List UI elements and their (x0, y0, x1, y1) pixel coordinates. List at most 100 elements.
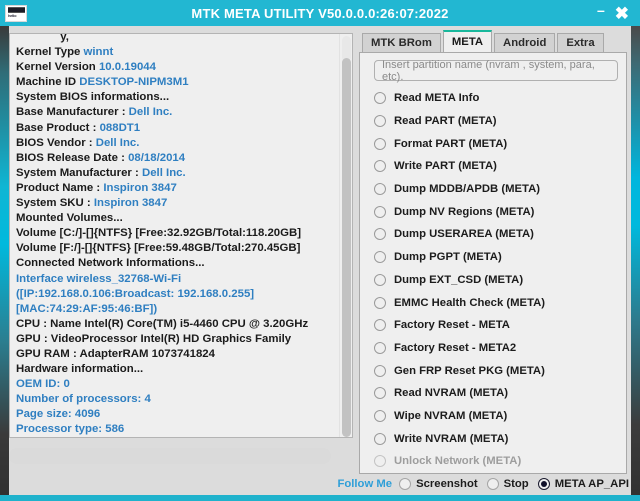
log-scrollbar-thumb[interactable] (342, 58, 351, 437)
option-write-nvram-meta[interactable]: Write NVRAM (META) (360, 427, 626, 450)
window-title: MTK META UTILITY V50.0.0.0:26:07:2022 (191, 5, 449, 21)
left-column: y, Kernel Type winnt Kernel Version 10.0.1… (9, 30, 353, 474)
log-hardware-line: CPU : Name Intel(R) Core(TM) i5-4460 CPU… (16, 317, 309, 330)
log-value: winnt (83, 46, 114, 59)
option-factory-reset-meta2[interactable]: Factory Reset - META2 (360, 337, 626, 360)
option-wipe-nvram-meta[interactable]: Wipe NVRAM (META) (360, 405, 626, 428)
radio-icon[interactable] (374, 387, 386, 400)
log-value: Dell Inc. (95, 136, 140, 149)
helio-logo-icon: helio (5, 4, 27, 22)
tab-strip: MTK BRom META Android Extra (359, 30, 627, 52)
log-hardware-line: GPU : VideoProcessor Intel(R) HD Graphic… (16, 332, 292, 345)
status-option-screenshot[interactable]: Screenshot (399, 478, 478, 491)
logo-word: helio (8, 12, 17, 18)
radio-icon[interactable] (374, 364, 386, 377)
option-dump-nv-regions-meta[interactable]: Dump NV Regions (META) (360, 200, 626, 223)
log-label: Base Manufacturer : (16, 106, 129, 119)
log-text-area: y, Kernel Type winnt Kernel Version 10.0.1… (10, 34, 339, 437)
log-value: DESKTOP-NIPM3M1 (79, 76, 189, 89)
option-dump-mddb-apdb-meta[interactable]: Dump MDDB/APDB (META) (360, 178, 626, 201)
log-scrollbar[interactable] (339, 34, 352, 437)
radio-icon[interactable] (374, 183, 386, 196)
log-label: Volume [F:/]-[]{NTFS} [Free:59.48GB/Tota… (16, 242, 301, 255)
log-line: Kernel Version 10.0.19044 (16, 60, 335, 75)
log-label: System BIOS informations... (16, 91, 170, 104)
option-label: Dump NV Regions (META) (394, 205, 535, 218)
tab-android[interactable]: Android (494, 33, 556, 52)
log-line: Machine ID DESKTOP-NIPM3M1 (16, 75, 335, 90)
window-edge-left (0, 26, 9, 501)
radio-icon[interactable] (374, 251, 386, 264)
log-value: Dell Inc. (128, 106, 173, 119)
radio-icon[interactable] (374, 115, 386, 128)
option-label: Write NVRAM (META) (394, 432, 509, 445)
log-line: Kernel Type winnt (16, 45, 335, 60)
log-value: Inspiron 3847 (93, 197, 168, 210)
log-line: BIOS Vendor : Dell Inc. (16, 136, 335, 151)
tab-extra[interactable]: Extra (557, 33, 604, 52)
radio-icon[interactable] (399, 478, 412, 491)
log-value: 088DT1 (99, 121, 141, 134)
log-line: Volume [C:/]-[]{NTFS} [Free:32.92GB/Tota… (16, 226, 335, 241)
window-edge-right (631, 26, 640, 501)
option-write-part-meta[interactable]: Write PART (META) (360, 155, 626, 178)
radio-icon[interactable] (374, 432, 386, 445)
title-bar: helio MTK META UTILITY V50.0.0.0:26:07:2… (0, 0, 640, 26)
log-label: BIOS Release Date : (16, 151, 129, 164)
option-label: Dump EXT_CSD (META) (394, 273, 524, 286)
log-value: Dell Inc. (141, 166, 186, 179)
option-factory-reset-meta[interactable]: Factory Reset - META (360, 314, 626, 337)
log-line: System BIOS informations... (16, 90, 335, 105)
option-label: Dump MDDB/APDB (META) (394, 183, 541, 196)
tab-meta[interactable]: META (442, 30, 493, 52)
partition-name-input[interactable]: Insert partition name (nvram , system, p… (374, 59, 618, 83)
progress-area (9, 445, 353, 468)
option-gen-frp-reset-pkg-meta[interactable]: Gen FRP Reset PKG (META) (360, 359, 626, 382)
option-dump-pgpt-meta[interactable]: Dump PGPT (META) (360, 246, 626, 269)
radio-icon[interactable] (374, 92, 386, 105)
log-label: BIOS Vendor : (16, 136, 96, 149)
system-info-log-panel[interactable]: y, Kernel Type winnt Kernel Version 10.0.1… (9, 33, 353, 438)
radio-icon[interactable] (374, 319, 386, 332)
radio-icon[interactable] (374, 228, 386, 241)
status-option-stop[interactable]: Stop (486, 478, 529, 491)
option-label: Write PART (META) (394, 160, 497, 173)
log-line: Connected Network Informations... (16, 256, 335, 271)
window-body: y, Kernel Type winnt Kernel Version 10.0.1… (0, 26, 640, 474)
log-label: Machine ID (16, 76, 80, 89)
minimize-icon[interactable]: – (597, 3, 605, 17)
option-dump-ext-csd-meta[interactable]: Dump EXT_CSD (META) (360, 269, 626, 292)
option-label: Read META Info (394, 92, 480, 105)
follow-me-label[interactable]: Follow Me (337, 478, 392, 490)
option-read-part-meta[interactable]: Read PART (META) (360, 110, 626, 133)
option-label: Read NVRAM (META) (394, 387, 509, 400)
radio-icon[interactable] (374, 455, 386, 468)
radio-icon[interactable] (374, 273, 386, 286)
radio-icon[interactable] (374, 205, 386, 218)
log-label: Base Product : (16, 121, 100, 134)
option-label: Unlock Network (META) (394, 455, 522, 468)
option-label: Wipe NVRAM (META) (394, 409, 508, 422)
radio-icon[interactable] (374, 341, 386, 354)
radio-icon[interactable] (486, 478, 499, 491)
log-line: Base Product : 088DT1 (16, 121, 335, 136)
status-option-label: META AP_API (554, 478, 629, 491)
footer-accent-strip (0, 495, 640, 501)
option-label: EMMC Health Check (META) (394, 296, 546, 309)
log-line: Base Manufacturer : Dell Inc. (16, 105, 335, 120)
radio-icon[interactable] (537, 478, 550, 491)
radio-icon[interactable] (374, 160, 386, 173)
tab-mtk-brom[interactable]: MTK BRom (362, 33, 441, 52)
option-read-nvram-meta[interactable]: Read NVRAM (META) (360, 382, 626, 405)
radio-icon[interactable] (374, 137, 386, 150)
window-controls: – ✖ (597, 3, 640, 22)
close-icon[interactable]: ✖ (615, 5, 629, 22)
radio-icon[interactable] (374, 409, 386, 422)
radio-icon[interactable] (374, 296, 386, 309)
option-unlock-network-meta[interactable]: Unlock Network (META) (360, 450, 626, 473)
option-read-meta-info[interactable]: Read META Info (360, 87, 626, 110)
status-option-meta-ap-api[interactable]: META AP_API (537, 478, 629, 491)
option-format-part-meta[interactable]: Format PART (META) (360, 132, 626, 155)
option-emmc-health-check-meta[interactable]: EMMC Health Check (META) (360, 291, 626, 314)
option-dump-userarea-meta[interactable]: Dump USERAREA (META) (360, 223, 626, 246)
